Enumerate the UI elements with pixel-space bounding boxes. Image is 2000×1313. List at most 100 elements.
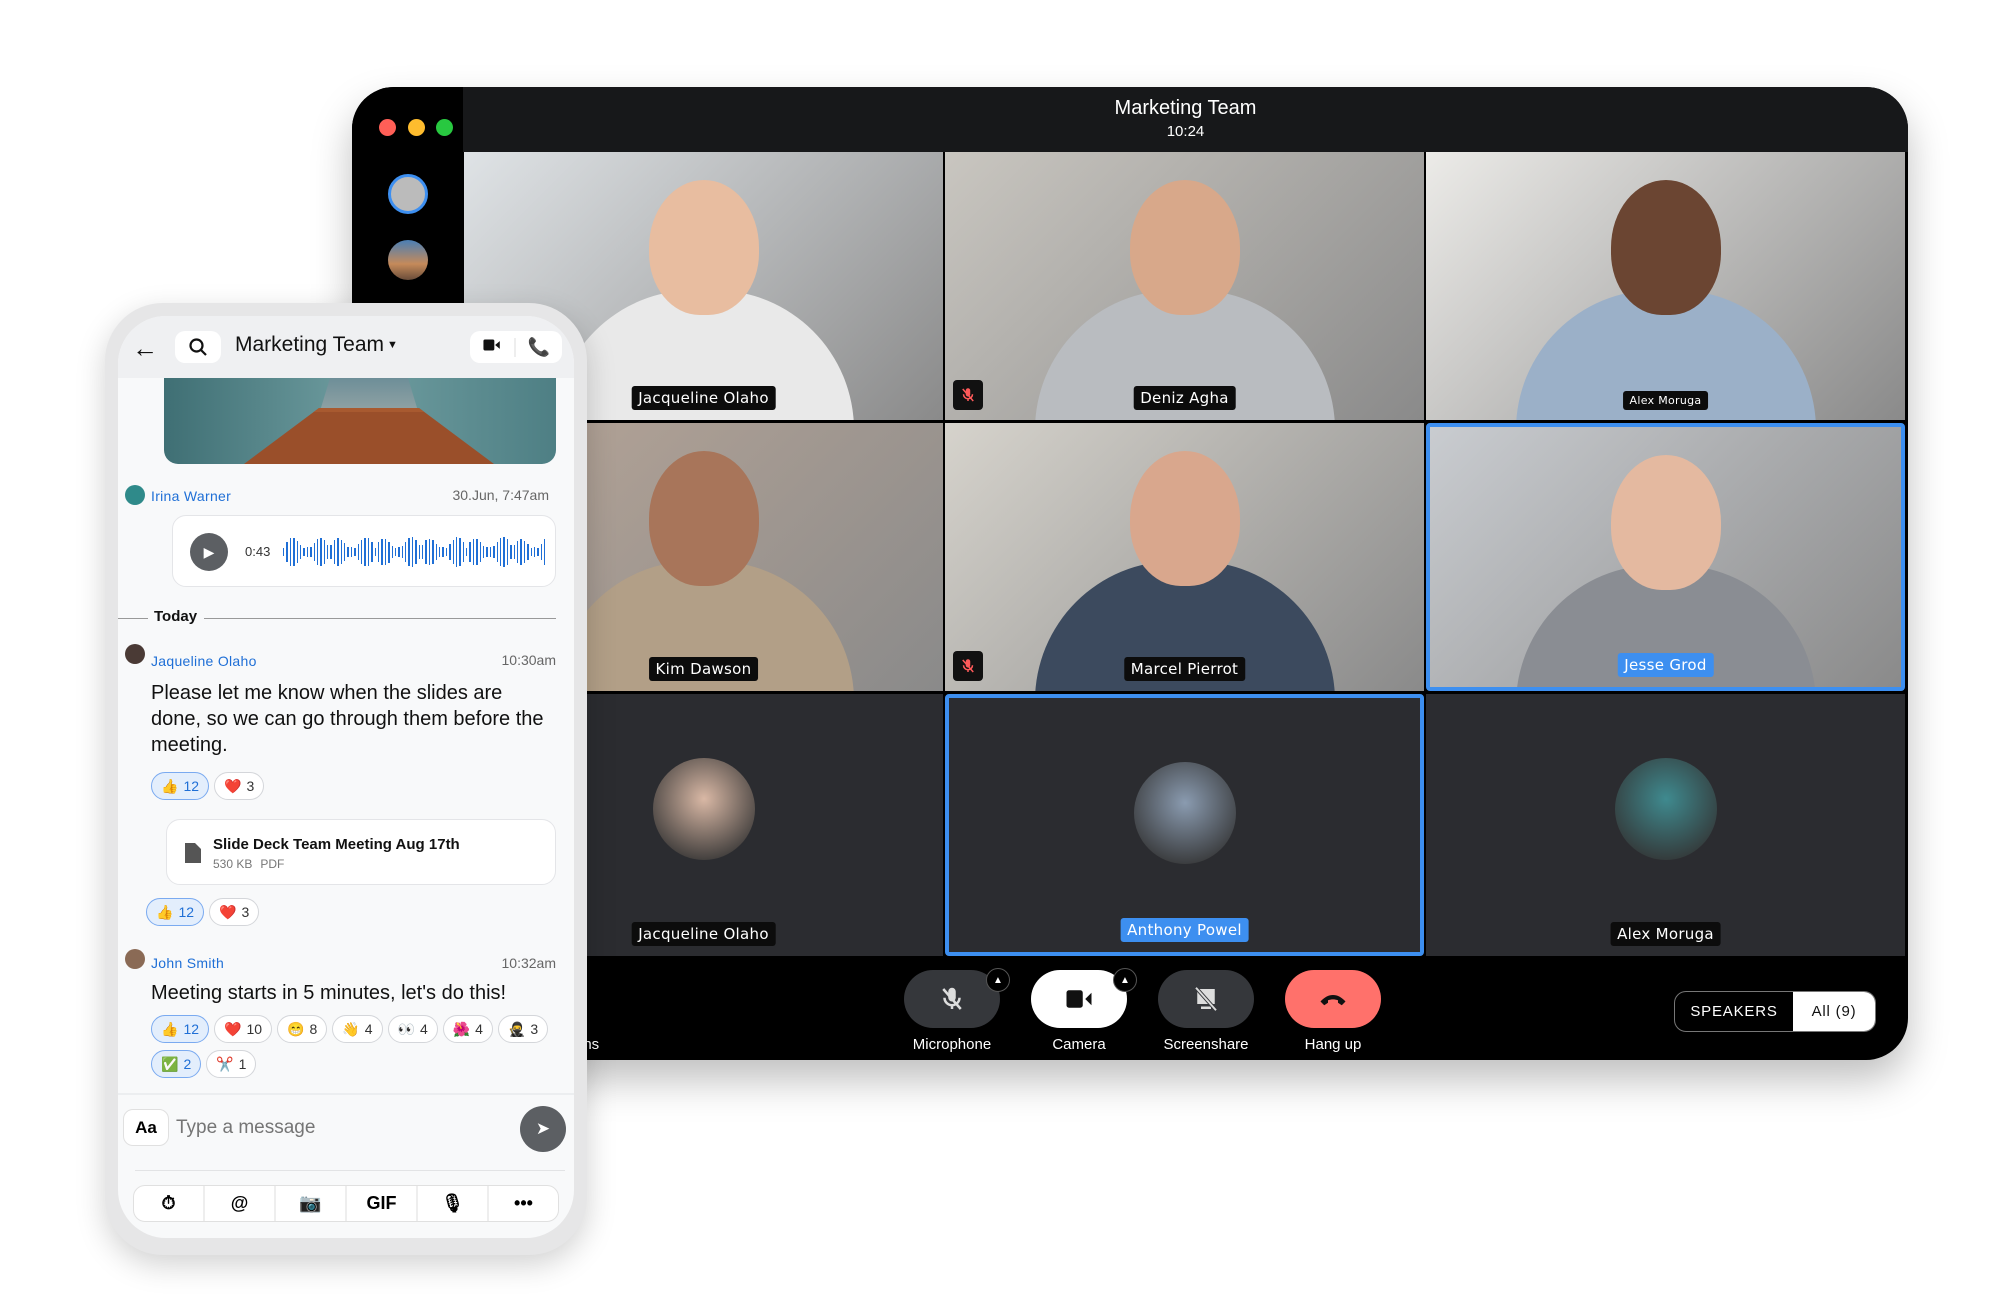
waveform-bar <box>316 538 319 566</box>
all-view-button[interactable]: All (9) <box>1793 992 1875 1031</box>
waveform-bar <box>381 538 383 566</box>
camera-button[interactable]: 📷 <box>276 1186 347 1221</box>
reaction-count: 3 <box>246 778 255 794</box>
gif-button[interactable]: GIF <box>347 1186 418 1221</box>
screenshare-button[interactable] <box>1158 970 1254 1028</box>
waveform-bar <box>360 540 363 564</box>
sidebar-avatar-user[interactable] <box>388 174 428 214</box>
reaction-emoji: 👍 <box>161 777 179 794</box>
format-button[interactable]: Aa <box>123 1109 169 1146</box>
author-name[interactable]: John Smith <box>151 955 224 971</box>
waveform-bar <box>313 542 315 562</box>
video-tile[interactable]: Deniz Agha <box>945 152 1424 420</box>
reaction-chip[interactable]: ✂️ 1 <box>206 1050 257 1078</box>
microphone-options-caret[interactable]: ▲ <box>986 968 1010 992</box>
author-name[interactable]: Irina Warner <box>151 488 231 504</box>
waveform-bar <box>489 547 492 557</box>
shared-image[interactable] <box>164 378 556 464</box>
voice-duration: 0:43 <box>245 544 271 559</box>
file-name: Slide Deck Team Meeting Aug 17th <box>213 836 460 853</box>
reaction-chip[interactable]: ❤️ 10 <box>214 1015 273 1043</box>
reaction-emoji: 🥷 <box>507 1020 526 1037</box>
hang-up-button[interactable] <box>1285 970 1381 1028</box>
waveform-bar <box>516 540 519 564</box>
date-divider: Today <box>154 608 198 625</box>
file-attachment[interactable]: Slide Deck Team Meeting Aug 17th 530 KB P… <box>166 819 556 885</box>
waveform-bar <box>340 539 343 565</box>
waveform-bar <box>415 539 417 565</box>
speakers-view-button[interactable]: SPEAKERS <box>1675 992 1793 1031</box>
reaction-chip[interactable]: 👍 12 <box>146 898 205 926</box>
reaction-emoji: ✅ <box>161 1055 179 1072</box>
waveform-bar <box>428 538 431 566</box>
mention-button[interactable]: @ <box>205 1186 276 1221</box>
reaction-chip[interactable]: 🌺 4 <box>442 1015 493 1043</box>
message-time: 10:32am <box>501 955 556 971</box>
file-size: 530 KB <box>213 857 253 871</box>
waveform-bar <box>337 538 339 566</box>
phone-call-button[interactable]: 📞 <box>516 337 562 358</box>
microphone-button[interactable]: 🎙 <box>418 1186 489 1221</box>
reaction-chip[interactable]: 😁 8 <box>277 1015 328 1043</box>
reaction-chip[interactable]: ❤️ 3 <box>214 772 265 800</box>
waveform-bar <box>303 547 305 557</box>
reaction-chip[interactable]: 👀 4 <box>387 1015 438 1043</box>
waveform-bar <box>327 544 329 560</box>
call-buttons: 📞 <box>470 331 562 363</box>
reaction-chip[interactable]: 👍 12 <box>151 1015 210 1043</box>
reaction-emoji: 👀 <box>397 1020 415 1037</box>
reaction-count: 3 <box>241 904 250 920</box>
participant-video <box>553 170 854 420</box>
message-text: Please let me know when the slides are d… <box>151 682 544 756</box>
minimize-window-button[interactable] <box>408 119 425 136</box>
participant-avatar <box>1614 758 1717 860</box>
reaction-chip[interactable]: 👋 4 <box>332 1015 383 1043</box>
waveform-bar <box>411 537 414 567</box>
sidebar-avatar-channel[interactable] <box>388 240 428 280</box>
mobile-chat-device: ← Marketing Team ▼ 📞 Irina Warner 30.Jun,… <box>105 303 587 1255</box>
close-window-button[interactable] <box>379 119 396 136</box>
waveform-bar <box>320 537 322 567</box>
maximize-window-button[interactable] <box>436 119 453 136</box>
reaction-chip[interactable]: 🥷 3 <box>497 1015 549 1043</box>
timer-button[interactable]: ⏱ <box>134 1186 205 1221</box>
waveform-bar <box>401 546 404 558</box>
sidebar <box>352 87 463 307</box>
reaction-count: 4 <box>364 1021 373 1037</box>
chat-header: ← Marketing Team ▼ 📞 <box>118 316 574 378</box>
search-button[interactable] <box>175 331 221 363</box>
video-tile[interactable]: Jesse Grod <box>1426 423 1905 691</box>
back-arrow-icon[interactable]: ← <box>132 333 158 364</box>
more-button[interactable]: ••• <box>489 1186 558 1221</box>
video-tile[interactable]: Marcel Pierrot <box>945 423 1424 691</box>
author-name[interactable]: Jaqueline Olaho <box>151 653 257 669</box>
video-tile[interactable]: Alex Moruga <box>1426 152 1905 420</box>
reaction-chip[interactable]: ✅ 2 <box>151 1050 202 1078</box>
video-tile[interactable]: Anthony Powel <box>945 694 1424 956</box>
message-input[interactable] <box>176 1111 456 1145</box>
participant-name: Jacqueline Olaho <box>631 386 776 410</box>
video-tile[interactable]: Alex Moruga <box>1426 694 1905 956</box>
waveform-bar <box>333 540 336 564</box>
camera-options-caret[interactable]: ▲ <box>1113 968 1137 992</box>
play-button[interactable]: ▶ <box>190 533 228 571</box>
waveform-bar <box>527 544 529 560</box>
chat-title-dropdown[interactable]: Marketing Team ▼ <box>235 333 398 357</box>
participant-name: Jesse Grod <box>1617 653 1714 677</box>
reaction-chip[interactable]: 👍 12 <box>151 772 210 800</box>
camera-icon: 📷 <box>299 1193 322 1213</box>
participant-name: Jacqueline Olaho <box>631 922 776 946</box>
video-call-button[interactable] <box>470 337 516 357</box>
send-button[interactable]: ➤ <box>520 1106 566 1152</box>
reaction-emoji: ✂️ <box>216 1055 234 1072</box>
reaction-emoji: ❤️ <box>224 1020 242 1037</box>
message-text: Meeting starts in 5 minutes, let's do th… <box>151 982 507 1004</box>
reaction-chip[interactable]: ❤️ 3 <box>209 898 260 926</box>
send-icon: ➤ <box>535 1119 551 1138</box>
audio-waveform[interactable] <box>283 534 546 570</box>
waveform-bar <box>388 541 390 563</box>
participant-video <box>1034 170 1335 420</box>
reaction-emoji: 🌺 <box>452 1020 471 1037</box>
waveform-bar <box>289 538 292 566</box>
waveform-bar <box>510 544 512 560</box>
